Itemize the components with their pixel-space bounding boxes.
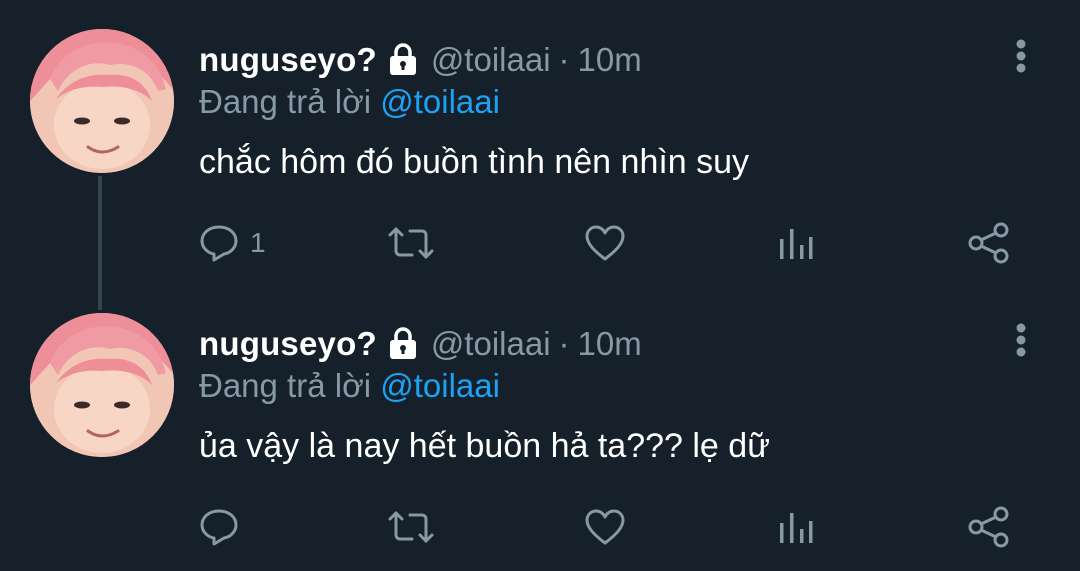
analytics-icon xyxy=(780,513,813,543)
retweet-button[interactable] xyxy=(386,502,436,552)
avatar[interactable] xyxy=(30,29,174,173)
like-button[interactable] xyxy=(583,502,627,552)
tweet[interactable]: nuguseyo? @toilaai · 10m Đang trả lời @t… xyxy=(0,284,1080,570)
reply-icon xyxy=(200,509,238,546)
reply-button[interactable]: 1 xyxy=(198,218,266,268)
separator: · xyxy=(558,41,570,78)
display-name[interactable]: nuguseyo? xyxy=(199,41,377,79)
reply-mention-link[interactable]: @toilaai xyxy=(380,367,500,404)
reply-prefix: Đang trả lời xyxy=(199,83,372,120)
share-icon xyxy=(968,222,1009,264)
avatar-image xyxy=(30,313,174,457)
more-vertical-icon[interactable] xyxy=(1010,38,1032,78)
retweet-icon xyxy=(388,227,434,259)
reply-mention-link[interactable]: @toilaai xyxy=(380,83,500,120)
tweet[interactable]: nuguseyo? @toilaai · 10m Đang trả lời @t… xyxy=(0,0,1080,310)
tweet-header: nuguseyo? @toilaai · 10m xyxy=(199,38,642,82)
share-button[interactable] xyxy=(967,502,1011,552)
more-vertical-icon[interactable] xyxy=(1010,322,1032,362)
tweet-text: ủa vậy là nay hết buồn hả ta??? lẹ dữ xyxy=(199,427,770,465)
lock-icon xyxy=(389,327,417,361)
retweet-icon xyxy=(388,511,434,543)
analytics-button[interactable] xyxy=(776,218,816,268)
timeline: nuguseyo? @toilaai · 10m Đang trả lời @t… xyxy=(0,0,1080,571)
display-name[interactable]: nuguseyo? xyxy=(199,325,377,363)
avatar[interactable] xyxy=(30,313,174,457)
avatar-image xyxy=(30,29,174,173)
retweet-button[interactable] xyxy=(386,218,436,268)
analytics-button[interactable] xyxy=(776,502,816,552)
timestamp[interactable]: 10m xyxy=(578,41,642,79)
share-button[interactable] xyxy=(967,218,1011,268)
lock-icon xyxy=(389,43,417,77)
replying-to: Đang trả lời @toilaai xyxy=(199,83,500,121)
reply-button[interactable] xyxy=(198,502,250,552)
reply-icon xyxy=(200,225,238,262)
tweet-header: nuguseyo? @toilaai · 10m xyxy=(199,322,642,366)
heart-icon xyxy=(585,509,625,545)
tweet-actions: 1 xyxy=(0,218,1080,268)
tweet-actions xyxy=(0,502,1080,552)
like-button[interactable] xyxy=(583,218,627,268)
analytics-icon xyxy=(780,229,813,259)
timestamp[interactable]: 10m xyxy=(578,325,642,363)
reply-prefix: Đang trả lời xyxy=(199,367,372,404)
replying-to: Đang trả lời @toilaai xyxy=(199,367,500,405)
separator: · xyxy=(558,325,570,362)
heart-icon xyxy=(585,225,625,261)
reply-count: 1 xyxy=(250,227,266,258)
handle[interactable]: @toilaai xyxy=(431,325,551,363)
share-icon xyxy=(968,506,1009,548)
tweet-text: chắc hôm đó buồn tình nên nhìn suy xyxy=(199,143,750,181)
handle[interactable]: @toilaai xyxy=(431,41,551,79)
